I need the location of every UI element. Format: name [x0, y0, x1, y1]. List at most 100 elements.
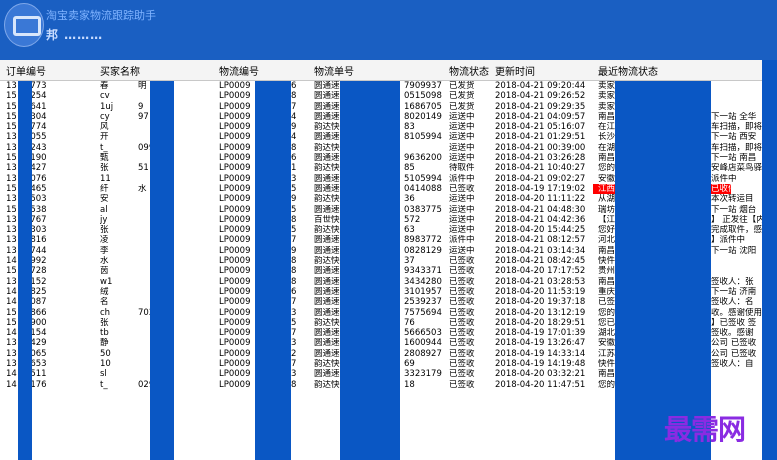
cell-buyer: 春: [100, 81, 109, 91]
cell-status: 运送中: [449, 225, 475, 236]
cell-status: 派件中: [449, 235, 475, 246]
cell-buyer: t_: [100, 379, 108, 390]
cell-status: 运送中: [449, 245, 475, 256]
cell-latest: 从湖: [598, 194, 616, 205]
cell-buyer: 纤: [100, 183, 109, 194]
cell-latest-tail: 签收人：名: [711, 297, 754, 308]
cell-track-tail: 5666503: [404, 328, 442, 339]
cell-latest: 您的: [598, 163, 616, 174]
cell-lp: LP0009: [219, 266, 251, 277]
cell-latest: 湖北: [598, 328, 616, 339]
cell-lp: LP0009: [219, 101, 251, 112]
cell-time: 2018-04-20 13:12:19: [495, 307, 586, 318]
cell-lp-tail: 8: [291, 276, 297, 287]
cell-lp-tail: 7: [291, 297, 297, 308]
cell-buyer: 风: [100, 122, 109, 133]
cell-buyer: 50: [100, 348, 111, 359]
cell-status: 运送中: [449, 142, 475, 153]
cell-latest-tail: 签收人：张: [711, 276, 754, 287]
cell-latest: 贵州: [598, 266, 616, 277]
cell-track-tail: 8983772: [404, 235, 442, 246]
cell-time: 2018-04-21 10:40:27: [495, 163, 586, 174]
shipment-grid[interactable]: 订单编号 买家名称 物流编号 物流单号 物流状态 更新时间 最近物流状态 13 …: [0, 60, 777, 460]
cell-time: 2018-04-21 00:39:00: [495, 142, 586, 153]
cell-lp: LP0009: [219, 379, 251, 390]
cell-latest: 在江: [598, 122, 616, 133]
cell-lp: LP0009: [219, 328, 251, 339]
cell-time: 2018-04-19 17:01:39: [495, 328, 586, 339]
cell-latest-tail: 签收人：自: [711, 359, 754, 370]
cell-lp: LP0009: [219, 183, 251, 194]
cell-time: 2018-04-20 03:32:21: [495, 369, 586, 380]
cell-status: 已签收: [449, 266, 475, 277]
cell-latest: 快件: [598, 256, 616, 267]
cell-buyer: al: [100, 204, 108, 215]
cell-latest: 已签: [598, 297, 616, 308]
cell-latest: 南昌: [598, 245, 616, 256]
column-header-logistics-id[interactable]: 物流编号: [219, 63, 259, 78]
cell-lp: LP0009: [219, 132, 251, 143]
cell-latest-tail: 下一站 南昌: [711, 153, 757, 164]
cell-track-tail: 7909937: [404, 81, 442, 91]
cell-latest-tail: 车扫描，即将: [711, 122, 763, 133]
cell-latest-tail: 已收件: [711, 183, 737, 194]
cell-buyer: 开: [100, 132, 109, 143]
toolbar-strip: [0, 52, 777, 60]
cell-track-tail: 2808927: [404, 348, 442, 359]
cell-lp-tail: 8: [291, 266, 297, 277]
cell-lp-tail: 7: [291, 359, 297, 370]
cell-latest: 卖家: [598, 91, 616, 102]
cell-latest-tail: 下一站 全华: [711, 111, 757, 122]
cell-latest-tail: 车扫描，即将: [711, 142, 763, 153]
cell-track-tail: 1686705: [404, 101, 442, 112]
column-header-status[interactable]: 物流状态: [449, 63, 489, 78]
cell-lp: LP0009: [219, 81, 251, 91]
cell-buyer: 水: [100, 256, 109, 267]
cell-time: 2018-04-21 08:12:57: [495, 235, 586, 246]
cell-lp-tail: 1: [291, 163, 297, 174]
cell-buyer: 静: [100, 338, 109, 349]
cell-latest: 南昌: [598, 369, 616, 380]
cell-lp: LP0009: [219, 317, 251, 328]
scrollbar-region[interactable]: [762, 60, 777, 460]
redaction-mask: [255, 81, 291, 460]
cell-time: 2018-04-20 11:11:22: [495, 194, 586, 205]
column-header-tracking-no[interactable]: 物流单号: [314, 63, 354, 78]
cell-track-tail: 5105994: [404, 173, 442, 184]
redaction-mask: [150, 81, 174, 460]
cell-track-tail: 2539237: [404, 297, 442, 308]
cell-latest-tail: 签收。感谢: [711, 328, 754, 339]
cell-latest: 在湖: [598, 142, 616, 153]
column-header-buyer[interactable]: 买家名称: [100, 63, 140, 78]
cell-buyer: ch: [100, 307, 111, 318]
cell-latest: 南昌: [598, 276, 616, 287]
cell-buyer: 张: [100, 163, 109, 174]
cell-latest-tail: 本次转运目: [711, 194, 754, 205]
cell-status: 已签收: [449, 359, 475, 370]
cell-time: 2018-04-20 19:37:18: [495, 297, 586, 308]
cell-latest: 江西: [598, 183, 616, 194]
cell-status: 已签收: [449, 348, 475, 359]
cell-lp: LP0009: [219, 173, 251, 184]
cell-status: 已签收: [449, 297, 475, 308]
cell-lp: LP0009: [219, 286, 251, 297]
column-header-updated[interactable]: 更新时间: [495, 63, 535, 78]
cell-buyer: 张: [100, 225, 109, 236]
cell-latest: 您的: [598, 307, 616, 318]
cell-latest: 长沙: [598, 132, 616, 143]
cell-status: 已签收: [449, 328, 475, 339]
watermark: 最需网: [664, 413, 746, 446]
cell-lp-tail: 8: [291, 91, 297, 102]
cell-track-tail: 9636200: [404, 153, 442, 164]
column-header-latest[interactable]: 最近物流状态: [598, 63, 658, 78]
cell-status: 运送中: [449, 204, 475, 215]
cell-status: 运送中: [449, 214, 475, 225]
cell-status: 已发货: [449, 101, 475, 112]
cell-time: 2018-04-21 05:16:07: [495, 122, 586, 133]
cell-track-tail: 69: [404, 359, 415, 370]
app-subtitle: 邦 ………: [46, 28, 104, 42]
cell-track-tail: 3434280: [404, 276, 442, 287]
column-header-order-id[interactable]: 订单编号: [6, 63, 46, 78]
cell-latest: 安徽: [598, 338, 616, 349]
cell-latest: 您的: [598, 379, 616, 390]
